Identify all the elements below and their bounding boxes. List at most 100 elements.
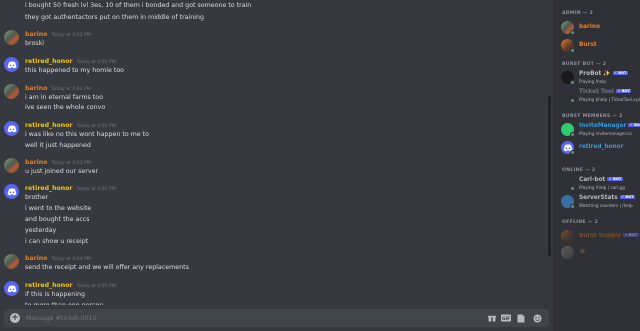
message-text: ive seen the whole convo	[25, 104, 106, 111]
sticker-icon[interactable]	[516, 313, 526, 323]
member-section-title: OFFLINE — 2	[562, 220, 599, 225]
message-timestamp: Today at 4:02 PM	[51, 87, 91, 92]
avatar[interactable]	[4, 158, 19, 173]
message-timestamp: Today at 4:02 PM	[76, 124, 116, 129]
member-section-title: ONLINE — 2	[562, 168, 596, 173]
member-name: ProBot ✨ ✓ BOT	[579, 71, 629, 77]
message-input[interactable]	[26, 312, 406, 324]
member-item[interactable]: ServerStats ✓ BOT Watching counters | /hel…	[561, 194, 639, 210]
member-activity: Playing invitemanager.co	[579, 131, 632, 136]
member-name: ServerStats ✓ BOT	[579, 195, 636, 201]
message-text: they got authentactors put on them in mi…	[25, 14, 205, 21]
message-text: send the receipt and we will offer any r…	[25, 264, 189, 271]
message-header: retired_honor Today at 4:02 PM	[25, 58, 116, 67]
member-activity: Watching counters | /help	[579, 203, 633, 208]
message-header: barino Today at 4:02 PM	[25, 85, 91, 94]
member-item[interactable]: InviteManager✓ BOT Playing invitemanager.…	[561, 122, 640, 138]
message-author[interactable]: barino	[25, 159, 47, 166]
avatar[interactable]	[4, 30, 19, 45]
bot-badge: ✓ BOT	[619, 195, 636, 199]
message-header: barino Today at 4:02 PM	[25, 31, 91, 40]
gift-icon[interactable]	[487, 313, 497, 323]
message-header: retired_honor Today at 4:03 PM	[25, 185, 116, 194]
member-section-title: ADMIN — 2	[562, 11, 594, 16]
member-item[interactable]: ProBot ✨ ✓ BOT Playing /help	[561, 70, 639, 86]
online-status-icon	[570, 30, 575, 35]
emoji-icon[interactable]	[532, 313, 542, 323]
message-header: barino Today at 4:04 PM	[25, 255, 91, 264]
member-name: Burst	[579, 42, 597, 48]
message-text: i can show u receipt	[25, 238, 89, 245]
message-author[interactable]: barino	[25, 85, 47, 92]
member-item[interactable]: Burst Supply ✓ BOT	[561, 229, 639, 245]
avatar[interactable]	[4, 57, 19, 72]
avatar[interactable]	[4, 121, 19, 136]
svg-text:GIF: GIF	[502, 316, 511, 322]
message-text: u just joined our server	[25, 168, 99, 175]
member-name: InviteManager✓ BOT	[579, 123, 640, 129]
message-author[interactable]: barino	[25, 255, 47, 262]
message-header: barino Today at 4:03 PM	[25, 159, 91, 168]
member-activity: Playing !help | carl.gg	[579, 185, 625, 190]
online-status-icon	[570, 80, 575, 85]
message-composer[interactable]: + GIF	[4, 309, 549, 327]
message-list[interactable]: i bought 50 fresh lvl 3es, 10 of them i …	[0, 0, 553, 305]
member-name: Carl-bot ✓ BOT	[579, 177, 623, 183]
message-author[interactable]: barino	[25, 31, 47, 38]
member-name: Ticket Tool ✓ BOT	[579, 89, 632, 95]
online-status-icon	[570, 48, 575, 53]
scrollbar[interactable]	[548, 96, 551, 256]
bot-badge: ✓ BOT	[628, 123, 640, 127]
message-author[interactable]: retired_honor	[25, 58, 72, 65]
message-text: i bought 50 fresh lvl 3es, 10 of them i …	[25, 2, 252, 9]
message-text: if this is happening	[25, 291, 85, 298]
member-item[interactable]: retired_honor	[561, 140, 639, 156]
avatar[interactable]	[4, 281, 19, 296]
message-text: yesterday	[25, 227, 57, 234]
message-author[interactable]: retired_honor	[25, 122, 72, 129]
member-item[interactable]: Burst	[561, 38, 639, 54]
chat-panel: i bought 50 fresh lvl 3es, 10 of them i …	[0, 0, 553, 331]
avatar[interactable]	[4, 84, 19, 99]
message-timestamp: Today at 4:02 PM	[51, 33, 91, 38]
message-text: broski	[25, 40, 44, 47]
add-attachment-icon[interactable]: +	[10, 313, 20, 323]
online-status-icon	[570, 150, 575, 155]
member-item[interactable]: Ticket Tool ✓ BOT Playing $help | TicketTo…	[561, 88, 640, 104]
member-activity: Playing /help	[579, 79, 607, 84]
message-text: i was like no this wont happen to me to	[25, 131, 150, 138]
member-section-title: BURST BOT — 2	[562, 62, 607, 67]
member-name: retired_honor	[579, 144, 624, 150]
message-header: retired_honor Today at 4:07 PM	[25, 282, 116, 291]
message-timestamp: Today at 4:02 PM	[76, 60, 116, 65]
message-text: and bought the accs	[25, 216, 90, 223]
avatar[interactable]	[4, 254, 19, 269]
message-text: this happened to my homie too	[25, 67, 125, 74]
member-list[interactable]: ADMIN — 2 barino Burst BURST BOT — 2 ProBot …	[553, 0, 640, 331]
message-text: i went to the website	[25, 205, 92, 212]
bot-badge: ✓ BOT	[623, 233, 639, 237]
member-avatar	[561, 230, 574, 243]
member-item[interactable]: barino	[561, 20, 639, 36]
member-activity: Playing $help | TicketTool.xyz	[579, 97, 640, 102]
member-item[interactable]: 🔅	[561, 245, 639, 261]
message-author[interactable]: retired_honor	[25, 282, 72, 289]
message-author[interactable]: retired_honor	[25, 185, 72, 192]
member-name: 🔅	[579, 249, 587, 255]
member-name: Burst Supply ✓ BOT	[579, 233, 639, 239]
bot-badge: ✓ BOT	[615, 89, 632, 93]
online-status-icon	[570, 186, 575, 191]
message-timestamp: Today at 4:03 PM	[76, 187, 116, 192]
message-text: well it just happened	[25, 142, 91, 149]
message-text: to more than one person	[25, 302, 103, 305]
online-status-icon	[570, 132, 575, 137]
message-timestamp: Today at 4:04 PM	[51, 257, 91, 262]
bot-badge: ✓ BOT	[607, 177, 623, 181]
message-text: i am in eternal farms too	[25, 94, 103, 101]
member-item[interactable]: Carl-bot ✓ BOT Playing !help | carl.gg	[561, 176, 639, 192]
bot-badge: ✓ BOT	[612, 71, 629, 75]
online-status-icon	[570, 98, 575, 103]
message-timestamp: Today at 4:07 PM	[76, 284, 116, 289]
avatar[interactable]	[4, 184, 19, 199]
gif-icon[interactable]: GIF	[501, 313, 511, 323]
